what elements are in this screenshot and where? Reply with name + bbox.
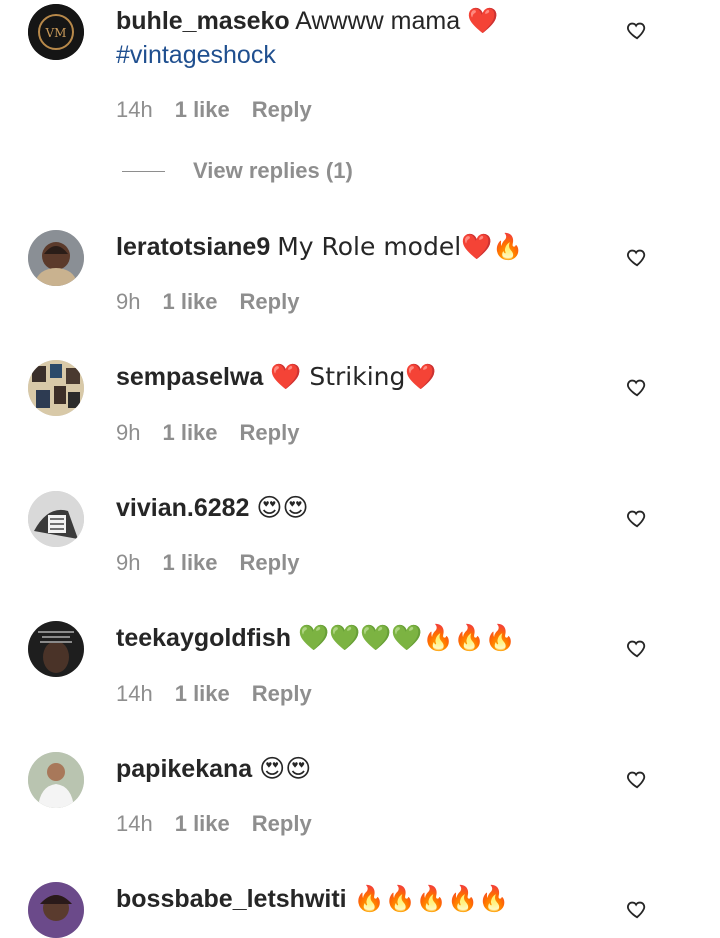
reply-button[interactable]: Reply [240,420,300,446]
comment-meta: 9h 1 like Reply [116,289,299,315]
comment-text: buhle_maseko Awwww mama ❤️ #vintageshock [116,4,596,72]
timestamp: 9h [116,550,141,575]
comment-text: bossbabe_letshwiti 🔥🔥🔥🔥🔥 [116,882,596,916]
timestamp: 14h [116,681,153,706]
comment-text: papikekana 😍😍 [116,752,596,786]
comment-text: leratotsiane9 My Role model❤️🔥 [116,230,596,264]
username[interactable]: vivian.6282 [116,494,249,522]
timestamp: 9h [116,289,141,314]
timestamp: 9h [116,420,141,445]
reply-button[interactable]: Reply [252,681,312,707]
username[interactable]: leratotsiane9 [116,233,270,261]
view-replies-button[interactable]: View replies (1) [122,158,353,184]
comment-text: sempaselwa ❤️ Striking❤️ [116,360,596,394]
comment-body: 😍😍 [256,493,309,522]
likes-count[interactable]: 1 like [175,811,230,837]
comment-body: ❤️ Striking❤️ [270,362,437,391]
reply-button[interactable]: Reply [240,289,300,315]
heart-outline-icon[interactable] [626,376,648,398]
reply-button[interactable]: Reply [240,550,300,576]
divider-line [122,170,165,172]
username[interactable]: buhle_maseko [116,7,290,35]
comment-text: teekaygoldfish 💚💚💚💚🔥🔥🔥 [116,621,596,655]
avatar[interactable] [28,882,84,938]
likes-count[interactable]: 1 like [162,550,217,576]
heart-outline-icon[interactable] [626,898,648,920]
username[interactable]: bossbabe_letshwiti [116,885,347,913]
timestamp: 14h [116,97,153,122]
heart-outline-icon[interactable] [626,507,648,529]
hashtag-link[interactable]: #vintageshock [116,38,596,72]
likes-count[interactable]: 1 like [162,289,217,315]
comment-body: 😍😍 [259,754,312,783]
avatar[interactable] [28,621,84,677]
username[interactable]: teekaygoldfish [116,624,291,652]
comment-meta: 14h 1 like Reply [116,97,312,123]
username[interactable]: sempaselwa [116,363,263,391]
avatar[interactable] [28,360,84,416]
comment-text: vivian.6282 😍😍 [116,491,596,525]
comment-body: 🔥🔥🔥🔥🔥 [353,884,510,913]
comment-body: 💚💚💚💚🔥🔥🔥 [298,623,516,652]
reply-button[interactable]: Reply [252,811,312,837]
comment-meta: 9h 1 like Reply [116,550,299,576]
avatar[interactable] [28,752,84,808]
avatar[interactable]: VM [28,4,84,60]
heart-outline-icon[interactable] [626,637,648,659]
reply-button[interactable]: Reply [252,97,312,123]
timestamp: 14h [116,811,153,836]
svg-text:VM: VM [45,26,67,40]
comment-meta: 14h 1 like Reply [116,811,312,837]
heart-outline-icon[interactable] [626,246,648,268]
comment-meta: 14h 1 like Reply [116,681,312,707]
username[interactable]: papikekana [116,755,252,783]
heart-outline-icon[interactable] [626,19,648,41]
comment-meta: 9h 1 like Reply [116,420,299,446]
comment-body: My Role model❤️🔥 [277,232,524,261]
comment-body: Awwww mama ❤️ [295,7,499,35]
likes-count[interactable]: 1 like [175,681,230,707]
likes-count[interactable]: 1 like [175,97,230,123]
heart-outline-icon[interactable] [626,768,648,790]
likes-count[interactable]: 1 like [162,420,217,446]
view-replies-label[interactable]: View replies (1) [193,158,353,184]
avatar[interactable] [28,230,84,286]
avatar[interactable] [28,491,84,547]
